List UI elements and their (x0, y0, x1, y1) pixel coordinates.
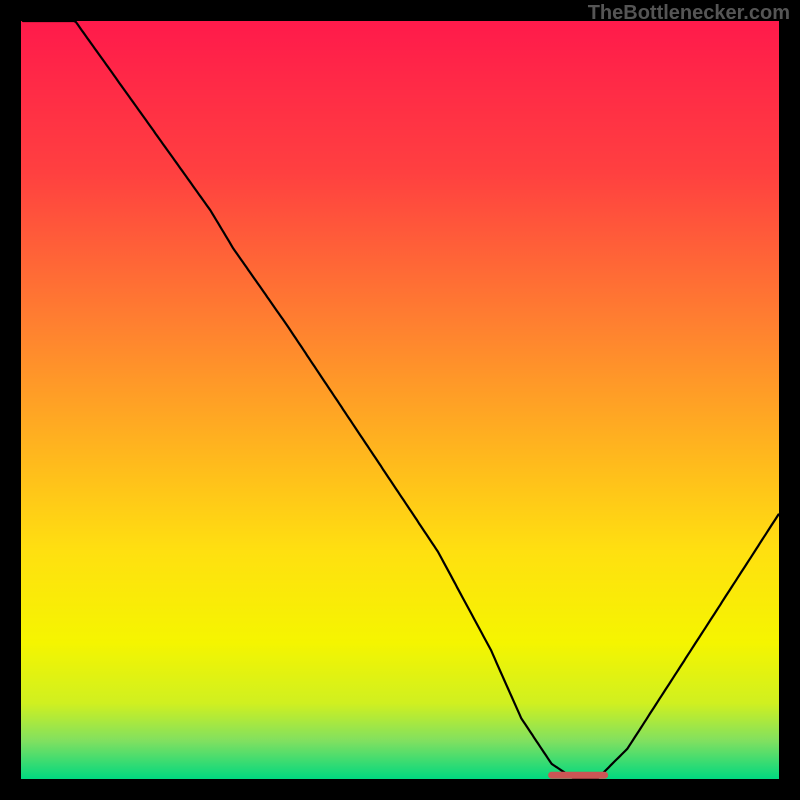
watermark-text: TheBottlenecker.com (588, 2, 790, 25)
chart-svg (21, 21, 779, 779)
chart-plot-area (21, 21, 779, 779)
chart-background (21, 21, 779, 779)
